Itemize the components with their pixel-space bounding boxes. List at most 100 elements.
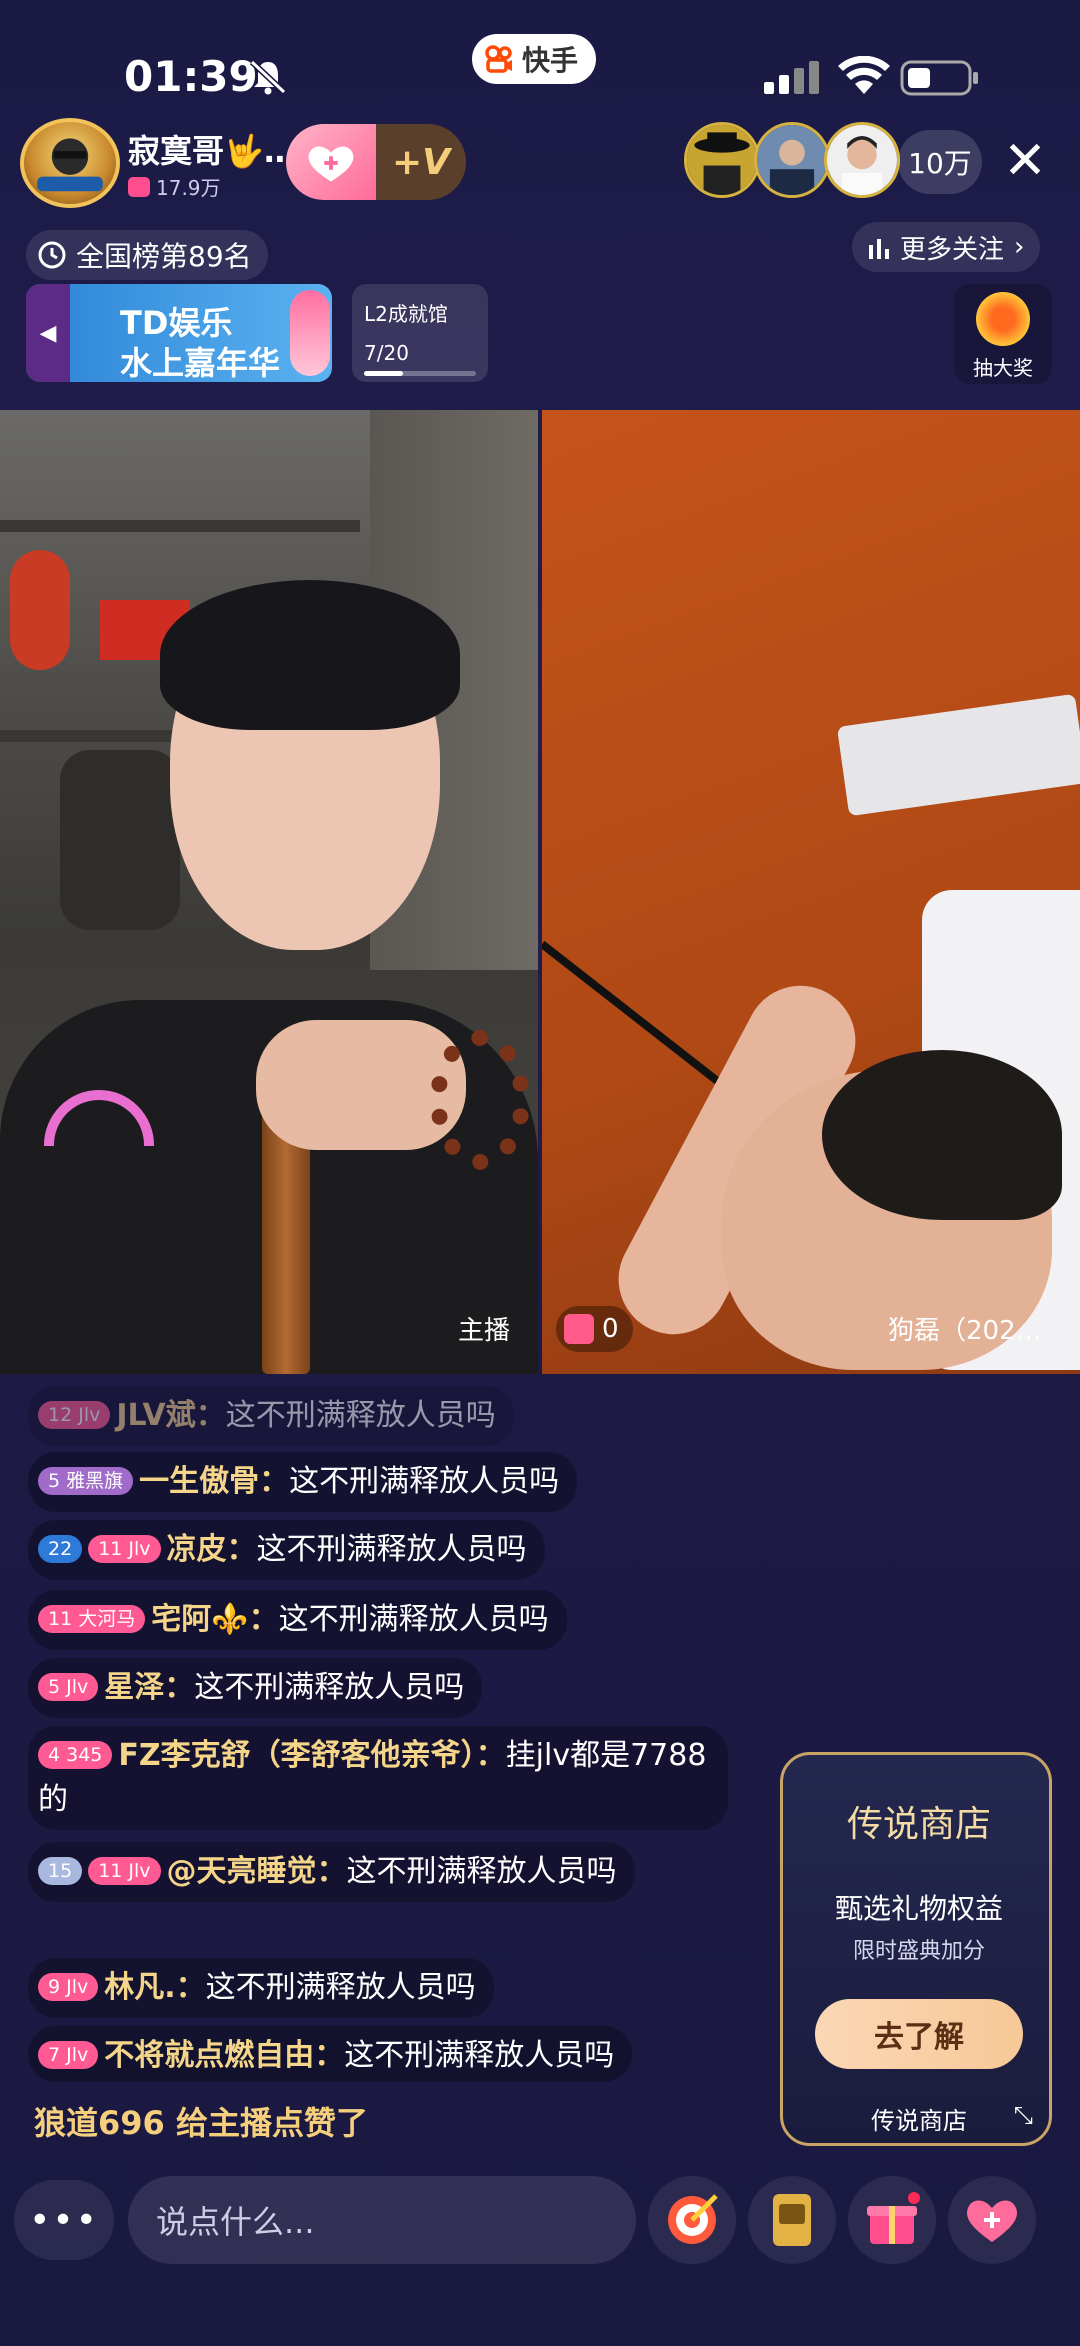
chat-username[interactable]: FZ李克舒（李舒客他亲爷）： [118,1738,505,1773]
prayer-beads [430,1030,530,1170]
host-hair [160,580,460,730]
chat-message[interactable]: 9 Jlv 林凡.：这不刑满释放人员吗 [28,1958,494,2018]
achievement-progress-text: 7/20 [364,341,409,365]
achievement-progress-bar [364,371,476,376]
gift-box-graphic [867,2192,920,2244]
lottery-icon [976,292,1030,346]
national-rank[interactable]: 全国榜第89名 [26,230,268,280]
user-level-badge: 9 Jlv [38,1973,99,2001]
viewer-avatar-3[interactable] [824,122,900,198]
chat-text: 这不刑满释放人员吗 [256,1532,527,1567]
host-video[interactable]: 主播 [0,410,538,1374]
guest-video[interactable]: 0 狗磊（202… [542,410,1080,1374]
host-name[interactable]: 寂寞哥🤟… [128,126,296,172]
app-pill[interactable]: 快手 [472,34,597,84]
mute-bell-icon [249,59,287,95]
gift-icon[interactable] [848,2176,936,2264]
achievement-progress-fill [364,371,404,376]
more-follow-button[interactable]: 更多关注 › [852,222,1041,272]
chat-text: 这不刑满释放人员吗 [344,2038,615,2073]
banner-figure-image [290,290,330,376]
host-fans-value: 17.9万 [156,176,221,200]
user-level-badge: 22 [38,1535,83,1563]
viewer-avatar-1[interactable] [684,122,760,198]
chat-username[interactable]: 星泽： [104,1670,194,1705]
like-heart-icon[interactable] [948,2176,1036,2264]
chat-text: 这不刑满释放人员吗 [205,1970,476,2005]
comment-input[interactable]: 说点什么... [128,2176,636,2264]
viewer-avatar-2[interactable] [754,122,830,198]
chat-username[interactable]: 宅阿⚜️： [151,1602,278,1637]
fan-heart-icon [128,176,150,197]
gift-counter[interactable]: 0 [556,1306,633,1352]
video-area[interactable]: 主播 0 狗磊（202… [0,410,1080,1374]
lottery-label: 抽大奖 [973,356,1033,380]
chat-username[interactable]: 不将就点燃自由： [104,2038,344,2073]
chat-username[interactable]: 林凡.： [104,1970,205,2005]
user-level-badge: 12 Jlv [38,1401,111,1429]
chat-text: 这不刑满释放人员吗 [194,1670,465,1705]
follow-button[interactable]: +V [286,124,466,200]
guest-hair [822,1050,1062,1220]
host-avatar-image [37,138,103,192]
chat-message[interactable]: 5 雅黑旗 一生傲骨：这不刑满释放人员吗 [28,1452,578,1512]
guest-name[interactable]: 狗磊（202… [888,1310,1042,1347]
chevron-right-icon: › [1014,232,1025,262]
achievement-name: L2成就馆 [364,302,448,326]
vip-plus-icon[interactable]: +V [376,124,466,200]
shop-line1: 甄选礼物权益 [834,1892,1003,1925]
host-label: 主播 [458,1316,511,1346]
expand-icon[interactable]: ⤡ [1014,2101,1033,2129]
clock: 01:39 [124,52,258,101]
viewer-count[interactable]: 10万 [898,130,982,194]
chair [60,750,180,930]
chat-message[interactable]: 5 Jlv 星泽：这不刑满释放人员吗 [28,1658,483,1718]
gift-count: 0 [602,1314,619,1344]
chat-username[interactable]: 一生傲骨： [139,1464,289,1499]
legend-shop-card[interactable]: 传说商店 甄选礼物权益 限时盛典加分 去了解 传说商店 ⤡ [780,1752,1052,2146]
signal-icon [764,61,819,94]
chat-text: 这不刑满释放人员吗 [278,1602,549,1637]
top-viewers[interactable] [684,122,900,202]
lottery-button[interactable]: 抽大奖 [954,284,1052,384]
host-avatar[interactable] [20,118,120,208]
chat-text: 这不刑满释放人员吗 [346,1854,617,1889]
host-fans-count: 17.9万 [128,172,221,201]
user-level-badge: 11 Jlv [88,1535,161,1563]
achievement-card[interactable]: L2成就馆 7/20 [352,284,488,382]
user-level-badge: 15 [38,1857,83,1885]
follow-plus-heart-icon[interactable] [286,124,376,200]
chat-username[interactable]: @天亮睡觉： [167,1854,347,1889]
event-banner[interactable]: ◀ TD娱乐 水上嘉年华 [26,284,332,382]
cable [542,940,734,1095]
chat-message[interactable]: 11 大河马 宅阿⚜️：这不刑满释放人员吗 [28,1590,567,1650]
more-options-button[interactable]: ••• [14,2180,114,2260]
chat-message[interactable]: 12 Jlv JLV斌：这不刑满释放人员吗 [28,1386,514,1446]
chat-text: 这不刑满释放人员吗 [225,1398,496,1433]
chat-username[interactable]: JLV斌： [116,1398,225,1433]
like-notification: 狼道696 给主播点赞了 [34,2104,368,2142]
banner-prev-icon[interactable]: ◀ [26,284,70,382]
target-icon[interactable] [648,2176,736,2264]
clock-icon [38,241,66,269]
lamp [836,693,1080,817]
user-level-badge: 7 Jlv [38,2041,99,2069]
user-level-badge: 4 345 [38,1741,113,1769]
kuaishou-logo-icon [485,45,512,73]
chat-message[interactable]: 7 Jlv 不将就点燃自由：这不刑满释放人员吗 [28,2026,633,2082]
shelf [0,520,360,532]
ticket-graphic [773,2194,811,2246]
status-bar: 01:39 快手 [0,0,1080,110]
user-level-badge: 11 Jlv [88,1857,161,1885]
close-icon[interactable]: ✕ [1000,135,1050,187]
wifi-icon [838,56,890,94]
chat-username[interactable]: 凉皮： [167,1532,257,1567]
shop-line2: 限时盛典加分 [852,1939,985,1964]
chat-message[interactable]: 4 345 FZ李克舒（李舒客他亲爷）：挂jlv都是7788的 [28,1726,728,1830]
shop-ticket-icon[interactable] [748,2176,836,2264]
gift-icon [564,1314,594,1344]
chat-message[interactable]: 22 11 Jlv 凉皮：这不刑满释放人员吗 [28,1520,545,1580]
chat-message[interactable]: 15 11 Jlv @天亮睡觉：这不刑满释放人员吗 [28,1842,635,1902]
user-level-badge: 5 Jlv [38,1673,99,1701]
shop-learn-more-button[interactable]: 去了解 [815,1999,1023,2069]
